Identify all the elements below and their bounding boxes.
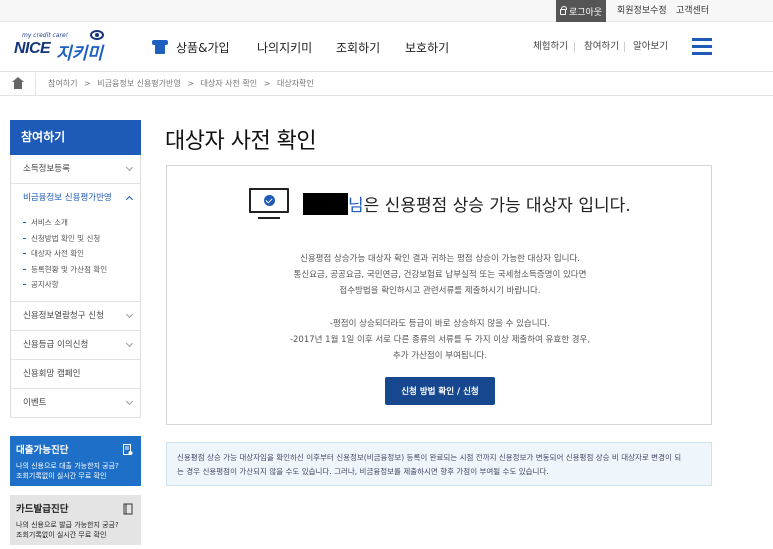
gnb-my-label: 나의지키미 — [257, 40, 313, 55]
sidebar-nav: 소득정보등록 비금융정보 신용평가반영 서비스 소개 신청방법 확인 및 신청 … — [10, 155, 141, 418]
utility-bar: 로그아웃 회원정보수정 고객센터 — [0, 0, 773, 22]
card-icon — [123, 503, 133, 515]
sidebar-item-nonfinancial[interactable]: 비금융정보 신용평가반영 — [11, 184, 140, 213]
participate-link[interactable]: 참여하기 — [584, 22, 619, 72]
header-divider — [574, 42, 575, 52]
hamburger-menu-icon[interactable] — [692, 38, 712, 55]
promo-title: 대출가능진단 — [16, 445, 69, 456]
sidebar-item-label: 신용등급 이의신청 — [23, 339, 89, 350]
breadcrumb-item[interactable]: 대상자확인 — [277, 79, 314, 88]
sidebar-item-view-request[interactable]: 신용정보열람청구 신청 — [11, 302, 140, 331]
gnb-protect-label: 보호하기 — [405, 40, 450, 55]
submenu-precheck[interactable]: 대상자 사전 확인 — [23, 246, 140, 262]
logo-tagline: my credit care! — [22, 32, 69, 39]
sidebar-item-label: 신용회망 캠페인 — [23, 368, 81, 379]
logo-nice: NICE — [14, 40, 51, 57]
submenu-notice[interactable]: 공지사항 — [23, 277, 140, 293]
description-line: 통신요금, 공공요금, 국민연금, 건강보험료 납부실적 또는 국세청소득증명이… — [293, 270, 587, 280]
gnb-my[interactable]: 나의지키미 — [257, 22, 312, 72]
nice-logo[interactable]: my credit care! NICE 지키미 — [14, 28, 104, 64]
sidebar-item-label: 비금융정보 신용평가반영 — [23, 193, 112, 203]
promo-card-check[interactable]: 카드발급진단 나의 신용으로 발급 가능한지 궁금? 조회기록없이 실시간 무료… — [10, 495, 141, 545]
breadcrumb: 참여하기 > 비금융정보 신용평가반영 > 대상자 사전 확인 > 대상자확인 — [0, 73, 773, 96]
submenu-service-intro[interactable]: 서비스 소개 — [23, 215, 140, 231]
sidebar-item-campaign[interactable]: 신용회망 캠페인 — [11, 360, 140, 389]
sidebar-item-objection[interactable]: 신용등급 이의신청 — [11, 331, 140, 360]
chevron-up-icon — [125, 195, 134, 204]
promo-line: 조회기록없이 실시간 무료 확인 — [16, 471, 107, 480]
submenu-apply-method[interactable]: 신청방법 확인 및 신청 — [23, 231, 140, 247]
breadcrumb-separator: > — [263, 79, 271, 88]
page-title: 대상자 사전 확인 — [165, 129, 317, 154]
sidebar-item-income[interactable]: 소득정보등록 — [11, 155, 140, 184]
sidebar-submenu: 서비스 소개 신청방법 확인 및 신청 대상자 사전 확인 등록현황 및 가산점… — [11, 213, 140, 302]
submenu-status[interactable]: 등록현황 및 가산점 확인 — [23, 262, 140, 278]
promo-loan-check[interactable]: 대출가능진단 나의 신용으로 대출 가능한지 궁금? 조회기록없이 실시간 무료… — [10, 436, 141, 486]
shirt-icon — [152, 40, 168, 54]
logo-eye-icon — [90, 30, 104, 40]
sidebar-item-event[interactable]: 이벤트 — [11, 389, 140, 418]
gnb-inquiry[interactable]: 조회하기 — [336, 22, 380, 72]
notice-box: 신용평점 상승 가능 대상자임을 확인하신 이후부터 신용정보(비금융정보) 등… — [166, 442, 712, 486]
gnb-protect[interactable]: 보호하기 — [405, 22, 449, 72]
trial-link[interactable]: 체험하기 — [533, 22, 568, 72]
logo-name: 지키미 — [56, 44, 103, 64]
chevron-down-icon — [125, 163, 134, 172]
chevron-down-icon — [125, 310, 134, 318]
breadcrumb-trail: 참여하기 > 비금융정보 신용평가반영 > 대상자 사전 확인 > 대상자확인 — [48, 73, 318, 95]
description-line: 접수방법을 확인하시고 관련서류를 제출하시기 바랍니다. — [339, 286, 541, 296]
promo-title: 카드발급진단 — [16, 504, 69, 515]
sidebar-item-label: 소득정보등록 — [23, 164, 70, 174]
promo-line: 나의 신용으로 대출 가능한지 궁금? — [16, 462, 119, 470]
result-headline: 님 은 신용평점 상승 가능 대상자 입니다. — [303, 191, 631, 216]
chevron-down-icon — [125, 339, 134, 347]
header-divider — [624, 42, 625, 52]
home-icon[interactable] — [0, 73, 36, 95]
apply-method-button[interactable]: 신청 방법 확인 / 신청 — [385, 377, 495, 405]
customer-center-link[interactable]: 고객센터 — [676, 0, 709, 22]
notice-line: 신용평점 상승 가능 대상자임을 확인하신 이후부터 신용정보(비금융정보) 등… — [177, 453, 682, 462]
redacted-username — [303, 192, 348, 215]
result-box: 님 은 신용평점 상승 가능 대상자 입니다. 신용평점 상승가능 대상자 확인… — [166, 165, 712, 425]
breadcrumb-separator: > — [84, 79, 91, 88]
headline-text: 은 신용평점 상승 가능 대상자 입니다. — [363, 196, 631, 216]
breadcrumb-item[interactable]: 비금융정보 신용평가반영 — [97, 79, 181, 88]
caveat-line: -2017년 1월 1일 이후 서로 다른 종류의 서류를 두 가지 이상 제출… — [289, 335, 591, 345]
promo-line: 나의 신용으로 발급 가능한지 궁금? — [16, 521, 119, 529]
edit-member-link[interactable]: 회원정보수정 — [617, 0, 667, 22]
breadcrumb-item[interactable]: 참여하기 — [48, 79, 77, 88]
honorific: 님 — [348, 196, 364, 216]
learn-link[interactable]: 알아보기 — [633, 22, 668, 72]
notice-line: 는 경우 신용평점이 가산되지 않을 수도 있습니다. 그러나, 비금융정보를 … — [177, 467, 549, 476]
sidebar-title: 참여하기 — [10, 120, 141, 155]
caveat-line: 추가 가산점이 부여됩니다. — [392, 351, 488, 361]
chevron-down-icon — [125, 397, 134, 405]
document-icon — [123, 444, 133, 455]
sidebar-item-label: 신용정보열람청구 신청 — [23, 310, 104, 321]
description-line: 신용평점 상승가능 대상자 확인 결과 귀하는 평점 상승이 가능한 대상자 입… — [300, 254, 580, 264]
monitor-check-icon — [249, 188, 289, 220]
gnb-products[interactable]: 상품&가입 — [152, 22, 230, 72]
result-description: 신용평점 상승가능 대상자 확인 결과 귀하는 평점 상승이 가능한 대상자 입… — [167, 251, 713, 299]
site-header: my credit care! NICE 지키미 상품&가입 나의지키미 조회하… — [0, 22, 773, 72]
caveat-line: -평점이 상승되더라도 등급이 바로 상승하지 않을 수 있습니다. — [329, 319, 551, 329]
breadcrumb-separator: > — [187, 79, 195, 88]
promo-line: 조회기록없이 실시간 무료 확인 — [16, 530, 107, 539]
logout-label: 로그아웃 — [568, 7, 603, 18]
gnb-inquiry-label: 조회하기 — [336, 40, 381, 55]
logout-button[interactable]: 로그아웃 — [556, 0, 606, 22]
breadcrumb-item[interactable]: 대상자 사전 확인 — [201, 79, 258, 88]
sidebar-item-label: 이벤트 — [23, 397, 47, 408]
result-caveats: -평점이 상승되더라도 등급이 바로 상승하지 않을 수 있습니다. -2017… — [167, 316, 713, 364]
gnb-products-label: 상품&가입 — [176, 40, 230, 55]
lock-icon — [559, 6, 567, 15]
